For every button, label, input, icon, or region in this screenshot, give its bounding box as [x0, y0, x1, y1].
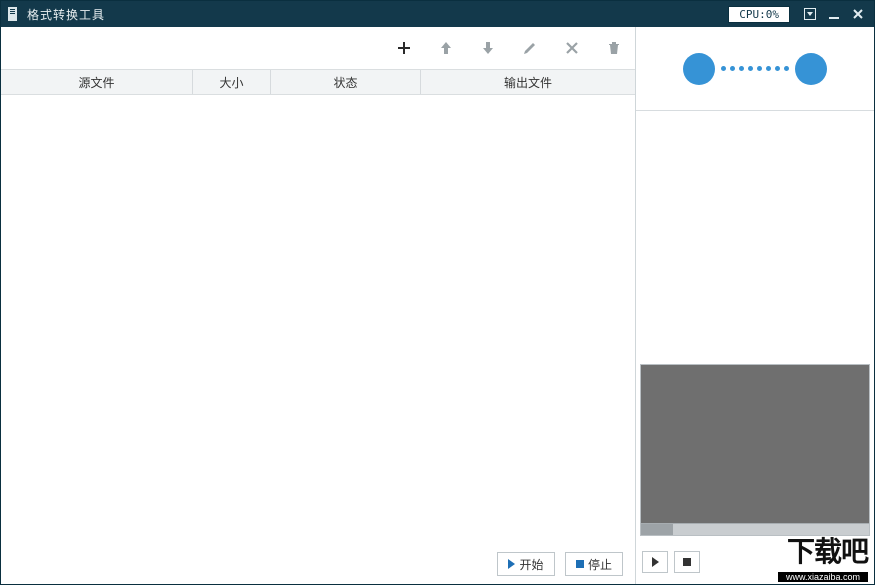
app-title: 格式转换工具 — [27, 6, 105, 23]
cpu-badge: CPU:0% — [728, 6, 790, 23]
toolbar — [1, 27, 635, 69]
close-button[interactable] — [846, 4, 870, 24]
watermark-url: www.xiazaiba.com — [778, 572, 868, 582]
table-body — [1, 95, 635, 544]
node-target-icon — [795, 53, 827, 85]
dots-connector-icon — [721, 66, 789, 71]
preview-panel — [636, 360, 874, 540]
app-window: 格式转换工具 CPU:0% — [0, 0, 875, 585]
app-icon — [7, 6, 21, 22]
move-down-button[interactable] — [477, 37, 499, 59]
preview-viewport — [640, 364, 870, 536]
title-bar: 格式转换工具 CPU:0% — [1, 1, 874, 27]
remove-button[interactable] — [561, 37, 583, 59]
node-source-icon — [683, 53, 715, 85]
preview-controls: 下载吧 www.xiazaiba.com — [636, 540, 874, 584]
edit-button[interactable] — [519, 37, 541, 59]
plus-icon — [396, 40, 412, 56]
table-header: 源文件 大小 状态 输出文件 — [1, 69, 635, 95]
stop-icon — [683, 558, 691, 566]
stop-button[interactable]: 停止 — [565, 552, 623, 576]
col-size[interactable]: 大小 — [193, 70, 271, 94]
start-button[interactable]: 开始 — [497, 552, 555, 576]
minimize-button[interactable] — [822, 4, 846, 24]
arrow-down-icon — [480, 40, 496, 56]
body: 源文件 大小 状态 输出文件 开始 停止 — [1, 27, 874, 584]
stop-icon — [576, 560, 584, 568]
add-button[interactable] — [393, 37, 415, 59]
arrow-up-icon — [438, 40, 454, 56]
play-icon — [508, 559, 515, 569]
col-output-file[interactable]: 输出文件 — [421, 70, 635, 94]
side-blank — [636, 111, 874, 360]
menu-dropdown-button[interactable] — [798, 4, 822, 24]
col-status[interactable]: 状态 — [271, 70, 421, 94]
preview-stop-button[interactable] — [674, 551, 700, 573]
stop-label: 停止 — [588, 556, 612, 573]
col-source-file[interactable]: 源文件 — [1, 70, 193, 94]
pencil-icon — [522, 40, 538, 56]
main-pane: 源文件 大小 状态 输出文件 开始 停止 — [1, 27, 636, 584]
move-up-button[interactable] — [435, 37, 457, 59]
play-icon — [652, 557, 659, 567]
footer-bar: 开始 停止 — [1, 544, 635, 584]
preview-scrollbar[interactable] — [641, 523, 869, 535]
preview-play-button[interactable] — [642, 551, 668, 573]
trash-icon — [606, 40, 622, 56]
start-label: 开始 — [519, 556, 543, 573]
delete-button[interactable] — [603, 37, 625, 59]
side-pane: 下载吧 www.xiazaiba.com — [636, 27, 874, 584]
preview-scrollbar-thumb[interactable] — [641, 524, 673, 535]
x-icon — [564, 40, 580, 56]
conversion-graph — [636, 27, 874, 111]
